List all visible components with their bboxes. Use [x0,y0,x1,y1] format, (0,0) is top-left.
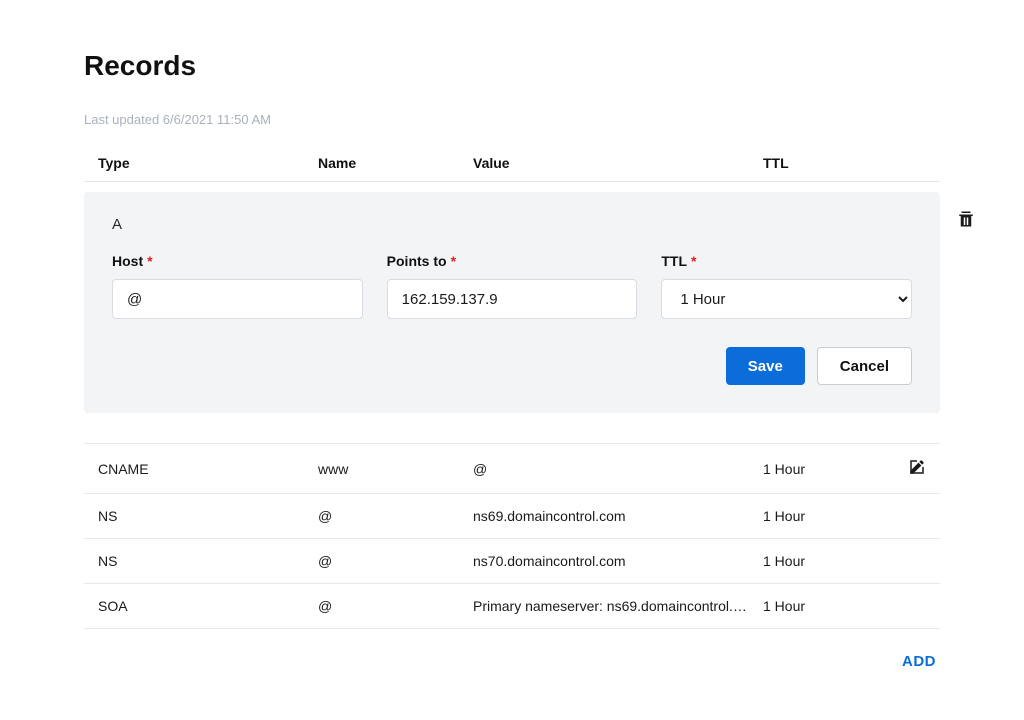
add-button[interactable]: ADD [902,653,936,670]
cell-ttl: 1 Hour [763,553,863,569]
cell-ttl: 1 Hour [763,461,863,477]
cell-value: ns70.domaincontrol.com [473,553,763,569]
points-to-label: Points to* [387,253,638,269]
header-ttl: TTL [763,155,863,171]
cell-name: @ [318,508,473,524]
page-title: Records [84,50,940,82]
cancel-button[interactable]: Cancel [817,347,912,385]
header-value: Value [473,155,763,171]
cell-type: NS [98,553,318,569]
records-table: Type Name Value TTL A Host* Points to* T… [84,145,940,670]
cell-name: @ [318,598,473,614]
header-name: Name [318,155,473,171]
table-row: NS@ns70.domaincontrol.com1 Hour [84,539,940,584]
cell-value: @ [473,461,763,477]
ttl-label: TTL* [661,253,912,269]
last-updated-text: Last updated 6/6/2021 11:50 AM [84,112,940,127]
cell-type: NS [98,508,318,524]
header-type: Type [98,155,318,171]
cell-value: ns69.domaincontrol.com [473,508,763,524]
ttl-select[interactable]: 1 Hour [661,279,912,319]
cell-ttl: 1 Hour [763,598,863,614]
host-label: Host* [112,253,363,269]
table-row: NS@ns69.domaincontrol.com1 Hour [84,494,940,539]
trash-icon[interactable] [957,210,975,233]
cell-ttl: 1 Hour [763,508,863,524]
save-button[interactable]: Save [726,347,805,385]
table-row: SOA@Primary nameserver: ns69.domaincontr… [84,584,940,629]
cell-value: Primary nameserver: ns69.domaincontrol.c… [473,598,763,614]
cell-name: www [318,461,473,477]
cell-type: SOA [98,598,318,614]
cell-name: @ [318,553,473,569]
edit-record-type: A [112,216,912,233]
table-header-row: Type Name Value TTL [84,145,940,182]
cell-type: CNAME [98,461,318,477]
table-row: CNAMEwww@1 Hour [84,443,940,494]
points-to-input[interactable] [387,279,638,319]
host-input[interactable] [112,279,363,319]
cell-actions [863,458,926,479]
edit-icon[interactable] [908,458,926,479]
record-edit-panel: A Host* Points to* TTL* 1 Hour Save Canc… [84,192,940,413]
